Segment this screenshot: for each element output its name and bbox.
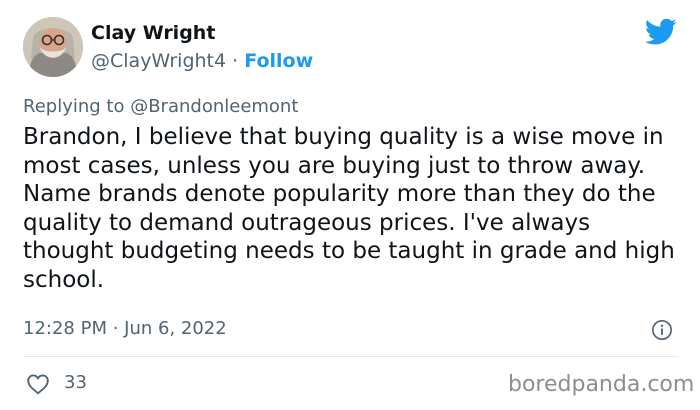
tweet-timestamp[interactable]: 12:28 PM · Jun 6, 2022	[23, 318, 227, 339]
avatar-image	[23, 17, 83, 77]
like-count: 33	[64, 372, 87, 393]
follow-button[interactable]: Follow	[244, 50, 313, 72]
replying-to: Replying to @Brandonleemont	[23, 96, 298, 117]
twitter-bird-icon[interactable]	[645, 18, 677, 46]
info-icon[interactable]	[651, 319, 673, 341]
watermark: boredpanda.com	[508, 372, 695, 397]
author-name[interactable]: Clay Wright	[91, 22, 215, 44]
avatar[interactable]	[23, 17, 83, 77]
reply-mention-link[interactable]: @Brandonleemont	[130, 96, 298, 117]
divider	[23, 356, 678, 357]
tweet-card: Clay Wright @ClayWright4 · Follow Replyi…	[0, 0, 700, 410]
tweet-text: Brandon, I believe that buying quality i…	[23, 124, 675, 293]
replying-prefix: Replying to	[23, 96, 131, 117]
handle-separator: ·	[226, 50, 245, 72]
author-handle-row: @ClayWright4 · Follow	[91, 50, 313, 72]
author-handle[interactable]: @ClayWright4	[91, 50, 226, 72]
heart-outline-icon[interactable]	[26, 373, 50, 395]
